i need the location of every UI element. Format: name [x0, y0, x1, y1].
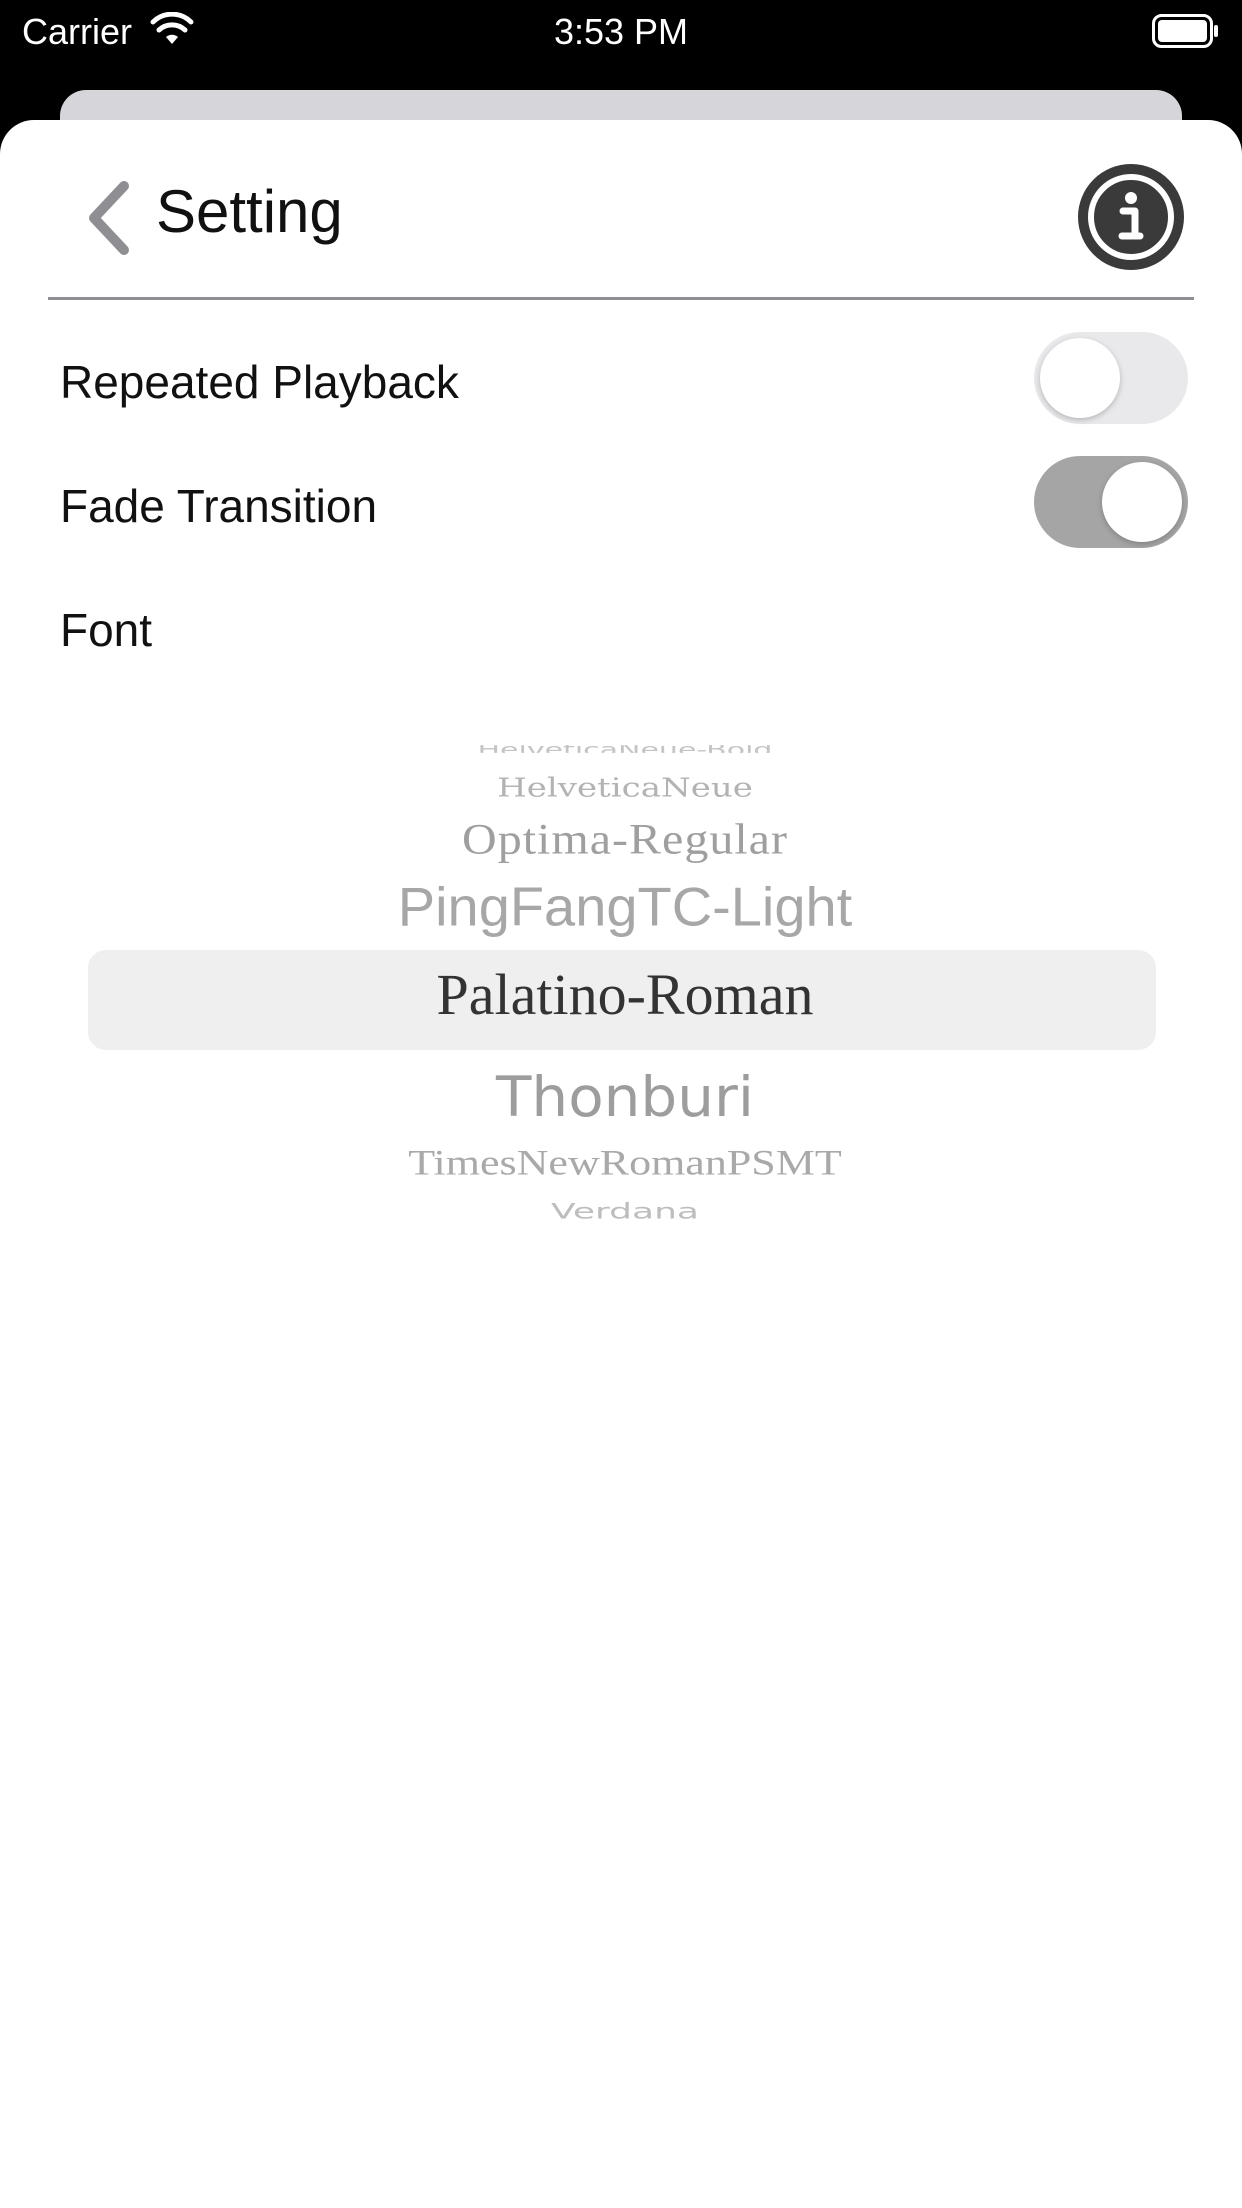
picker-item[interactable]: Thonburi	[60, 1066, 1190, 1129]
picker-item-selected[interactable]: Palatino-Roman	[60, 960, 1190, 1030]
settings-sheet: Setting Repeated Playback Fade Transitio…	[0, 120, 1242, 2208]
fade-transition-label: Fade Transition	[60, 480, 378, 532]
battery-full-icon	[1152, 14, 1218, 48]
nav-bar: Setting	[48, 120, 1194, 300]
page-title: Setting	[156, 178, 343, 245]
info-circle-icon[interactable]	[1076, 162, 1186, 272]
font-picker[interactable]: HelveticaNeue-Bold HelveticaNeue Optima-…	[60, 720, 1190, 1380]
toggle-knob	[1040, 338, 1120, 418]
setting-row-repeated-playback: Repeated Playback	[60, 328, 1190, 428]
setting-row-fade-transition: Fade Transition	[60, 452, 1190, 552]
setting-row-font: Font	[60, 576, 1190, 676]
picker-item[interactable]: TimesNewRomanPSMT	[60, 1143, 1190, 1184]
picker-item[interactable]: HelveticaNeue-Bold	[60, 745, 1190, 753]
status-bar: Carrier 3:53 PM	[0, 0, 1242, 64]
font-label: Font	[60, 604, 153, 656]
picker-item[interactable]: PingFangTC-Light	[60, 873, 1190, 941]
toggle-knob	[1102, 462, 1182, 542]
repeated-playback-toggle[interactable]	[1034, 332, 1188, 424]
fade-transition-toggle[interactable]	[1034, 456, 1188, 548]
chevron-left-icon[interactable]	[80, 178, 140, 258]
picker-item[interactable]: Optima-Regular	[60, 815, 1190, 865]
repeated-playback-label: Repeated Playback	[60, 356, 459, 408]
screen: Carrier 3:53 PM Setting Repeated Playbac…	[0, 0, 1242, 2208]
picker-item[interactable]: HelveticaNeue	[60, 772, 1190, 803]
picker-item[interactable]: Verdana	[60, 1200, 1190, 1224]
clock-label: 3:53 PM	[553, 11, 689, 52]
